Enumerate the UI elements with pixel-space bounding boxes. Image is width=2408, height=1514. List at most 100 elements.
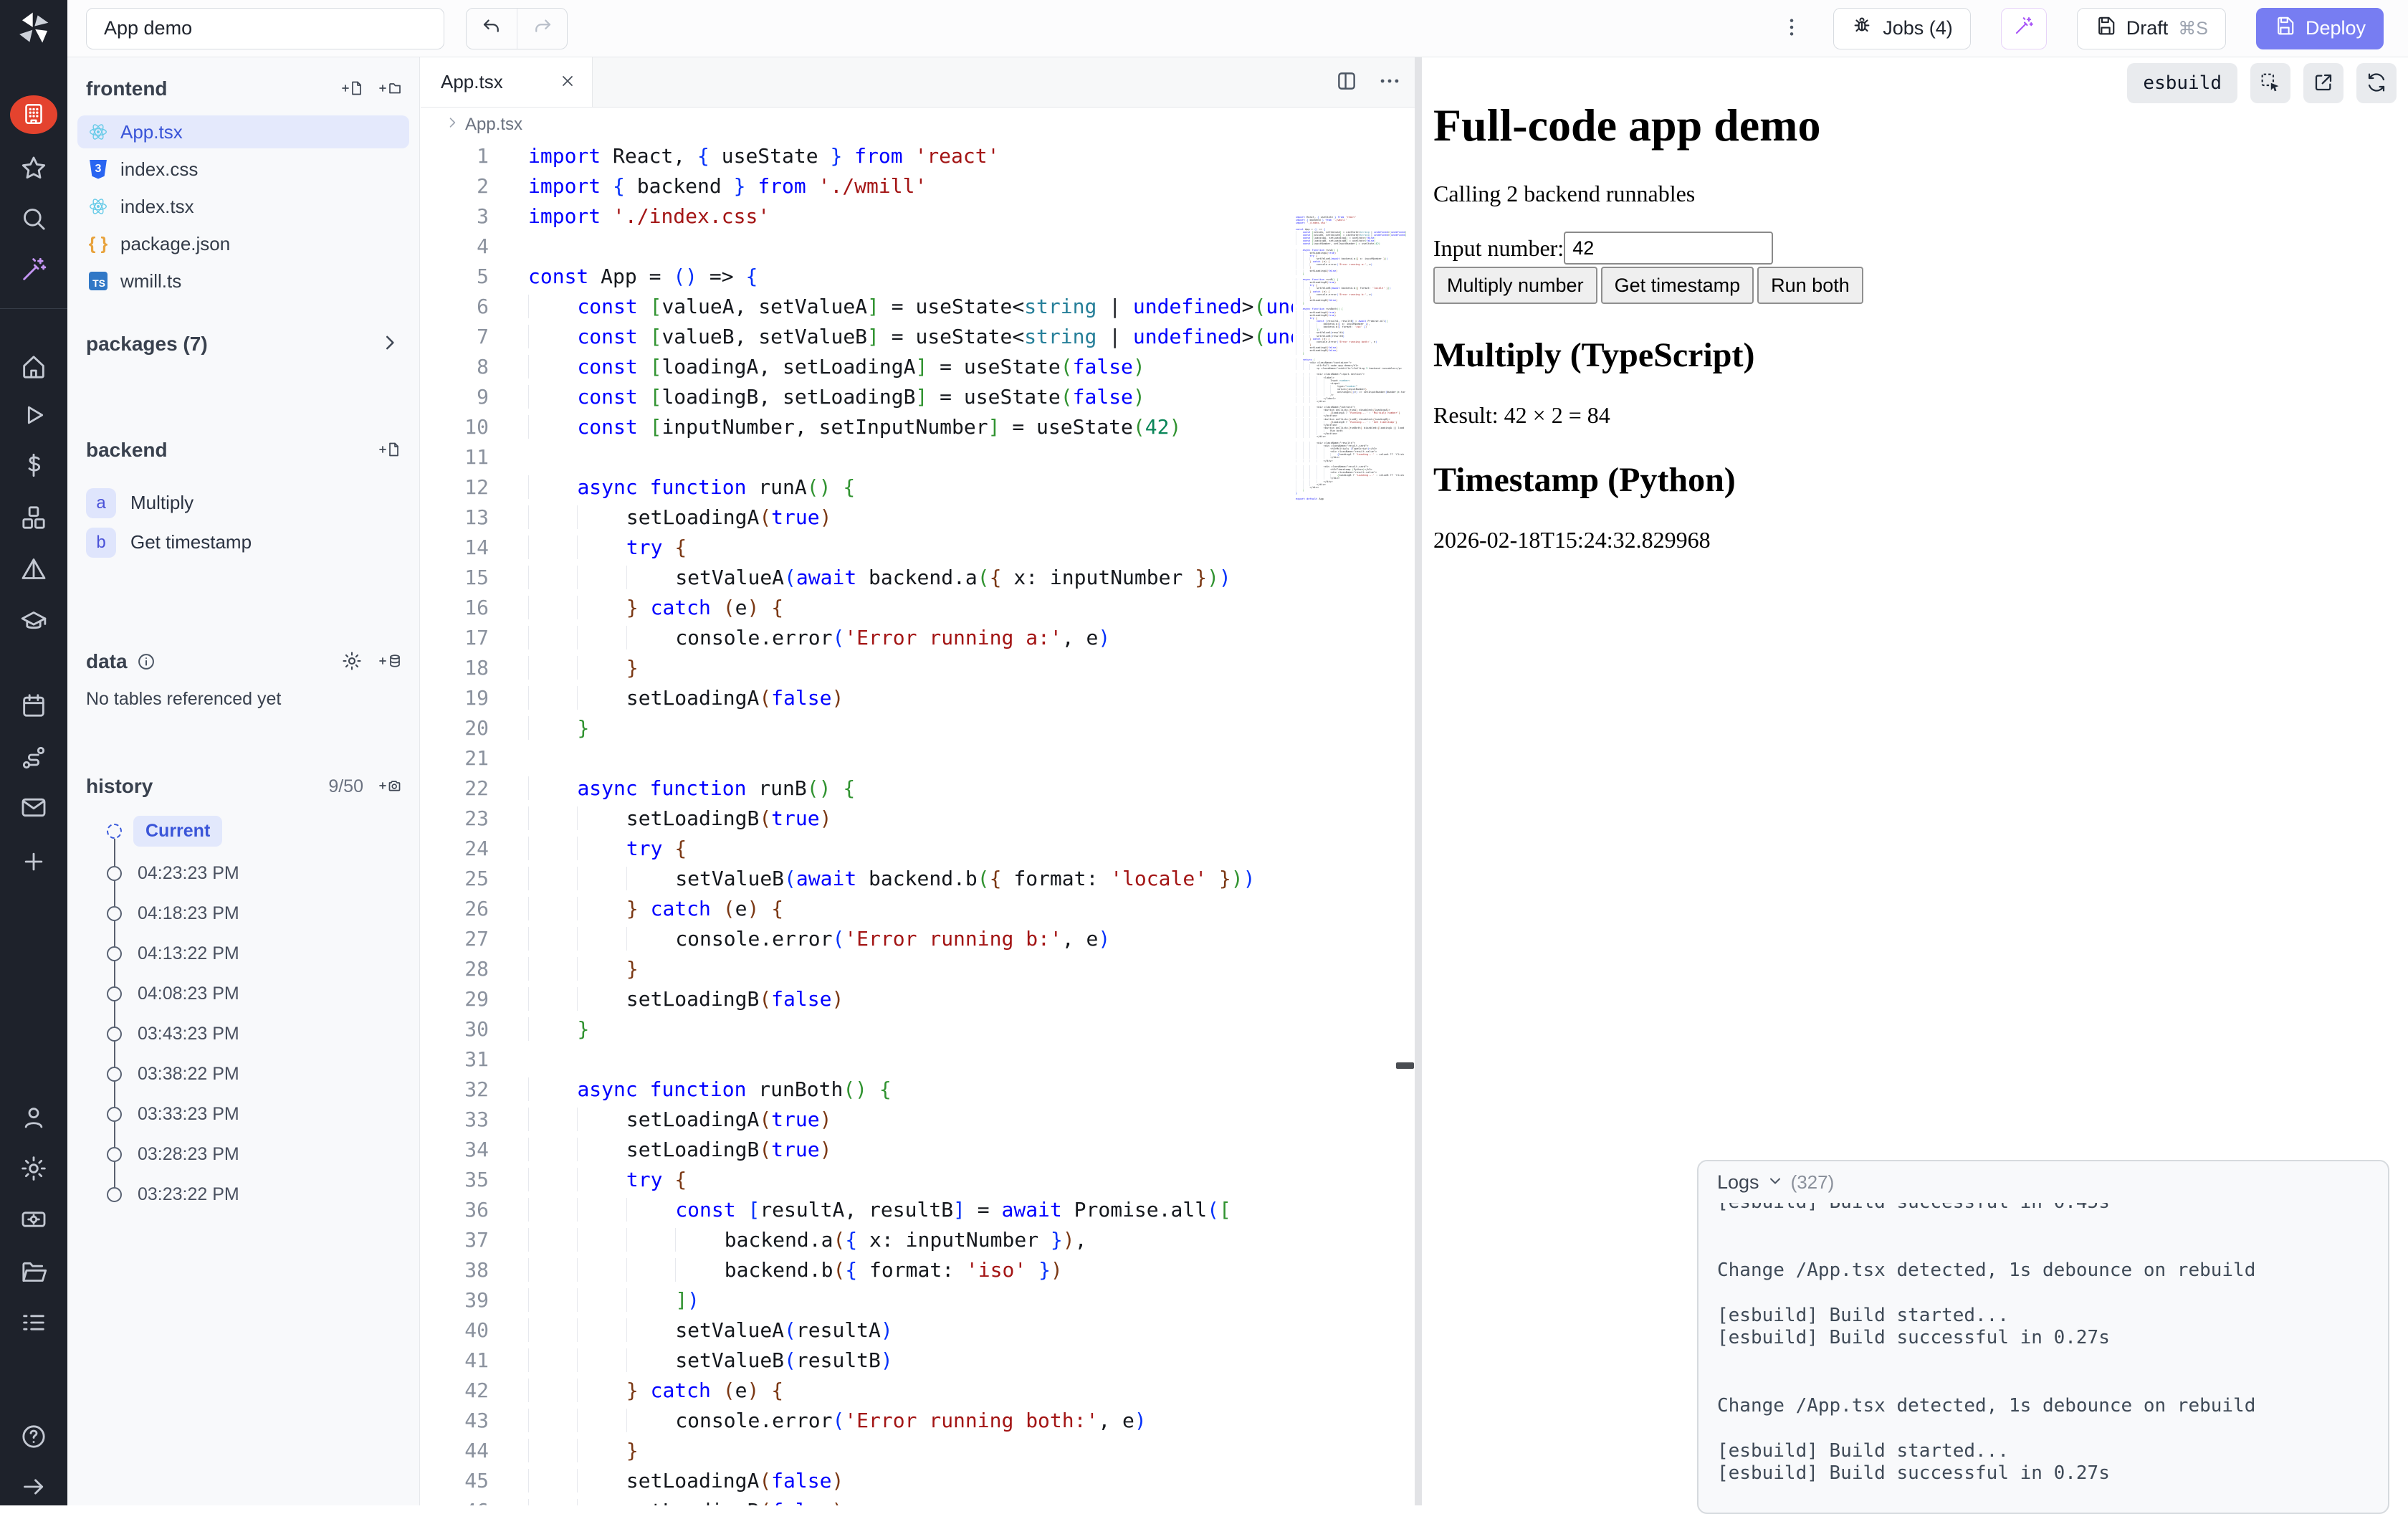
- rail-item-plus[interactable]: [11, 843, 56, 882]
- rail-item-star[interactable]: [11, 150, 56, 189]
- log-line: [esbuild] Build started...: [1717, 1440, 2381, 1463]
- rail-item-help[interactable]: [11, 1418, 56, 1457]
- add-file-icon: [340, 77, 363, 101]
- wand-icon: [19, 255, 48, 286]
- split-columns-icon: [1334, 69, 1359, 95]
- line-number: 37: [421, 1225, 489, 1255]
- jobs-button[interactable]: Jobs (4): [1833, 8, 1971, 49]
- split-editor-button[interactable]: [1334, 69, 1359, 95]
- line-number: 3: [421, 201, 489, 232]
- line-number: 17: [421, 623, 489, 653]
- line-number: 42: [421, 1376, 489, 1406]
- line-number: 32: [421, 1075, 489, 1105]
- history-item[interactable]: 03:33:23 PM: [86, 1094, 401, 1134]
- rail-item-flows[interactable]: [11, 739, 56, 778]
- packages-section-header[interactable]: packages (7): [86, 327, 401, 361]
- rail-item-triangle[interactable]: [11, 551, 56, 589]
- undo-button[interactable]: [467, 9, 517, 49]
- app-title-input[interactable]: [86, 8, 444, 49]
- folders-icon: [19, 1257, 48, 1288]
- inspect-button[interactable]: [2250, 63, 2290, 103]
- file-name: index.css: [120, 158, 198, 181]
- line-number: 34: [421, 1135, 489, 1165]
- resize-grip[interactable]: [1396, 1062, 1414, 1069]
- add-file-button[interactable]: [340, 77, 363, 101]
- history-item[interactable]: 03:38:22 PM: [86, 1054, 401, 1094]
- logs-header[interactable]: Logs (327): [1700, 1161, 2386, 1203]
- data-settings-button[interactable]: [340, 650, 363, 674]
- rail-item-settings[interactable]: [11, 1150, 56, 1189]
- ts-file-icon: TS: [87, 270, 109, 292]
- rail-item-wand[interactable]: [11, 251, 56, 290]
- history-item[interactable]: 04:08:23 PM: [86, 973, 401, 1014]
- rail-item-resources[interactable]: [11, 499, 56, 538]
- open-external-button[interactable]: [2303, 63, 2344, 103]
- deploy-button[interactable]: Deploy: [2256, 8, 2384, 49]
- rail-item-home[interactable]: [11, 348, 56, 387]
- file-item-index-tsx[interactable]: index.tsx: [77, 190, 409, 223]
- rail-item-account[interactable]: [11, 1099, 56, 1138]
- rail-item-runs[interactable]: [11, 396, 56, 435]
- rail-item-variables[interactable]: [11, 447, 56, 485]
- history-item[interactable]: 03:28:23 PM: [86, 1134, 401, 1174]
- file-item-wmill-ts[interactable]: TSwmill.ts: [77, 265, 409, 297]
- add-table-button[interactable]: [378, 650, 401, 674]
- tab-app-tsx[interactable]: App.tsx: [421, 57, 593, 107]
- editor-tabstrip: App.tsx: [421, 57, 1415, 108]
- backend-section-header: backend: [86, 433, 401, 467]
- history-label: 03:23:22 PM: [138, 1184, 239, 1205]
- topbar-actions: Jobs (4) Draft ⌘S Deploy: [1780, 8, 2408, 49]
- rail-item-learn[interactable]: [11, 603, 56, 642]
- draft-button[interactable]: Draft ⌘S: [2077, 8, 2226, 49]
- code-line: 27 console.error('Error running b:', e): [421, 924, 1293, 954]
- kebab-menu-icon: [1780, 16, 1803, 41]
- wand-icon: [2013, 15, 2035, 42]
- file-item-index-css[interactable]: 3index.css: [77, 153, 409, 186]
- history-item[interactable]: 04:18:23 PM: [86, 893, 401, 933]
- preview-button-multiply-number[interactable]: Multiply number: [1433, 267, 1597, 304]
- add-snapshot-button[interactable]: [378, 775, 401, 799]
- file-item-app-tsx[interactable]: App.tsx: [77, 115, 409, 148]
- editor-breadcrumb[interactable]: App.tsx: [421, 108, 1415, 141]
- line-number: 29: [421, 984, 489, 1014]
- search-icon: [19, 204, 48, 235]
- rail-item-folders[interactable]: [11, 1253, 56, 1292]
- rail-item-collapse[interactable]: [11, 1468, 56, 1507]
- refresh-button[interactable]: [2356, 63, 2397, 103]
- rail-item-search[interactable]: [11, 200, 56, 239]
- history-item[interactable]: 04:13:22 PM: [86, 933, 401, 973]
- preview-button-get-timestamp[interactable]: Get timestamp: [1601, 267, 1754, 304]
- input-number-field[interactable]: [1564, 232, 1773, 265]
- code-line: 11: [421, 442, 1293, 472]
- history-item[interactable]: 04:23:23 PM: [86, 853, 401, 893]
- redo-button[interactable]: [517, 9, 567, 49]
- log-line: [1717, 1372, 2381, 1395]
- rail-divider: [0, 308, 67, 309]
- redo-icon: [532, 16, 553, 40]
- add-folder-button[interactable]: [378, 77, 401, 101]
- log-line: Change /App.tsx detected, 1s debounce on…: [1717, 1260, 2381, 1282]
- code-area[interactable]: 1import React, { useState } from 'react'…: [421, 141, 1415, 1505]
- preview-button-run-both[interactable]: Run both: [1757, 267, 1863, 304]
- code-line: 10 const [inputNumber, setInputNumber] =…: [421, 412, 1293, 442]
- add-runnable-button[interactable]: [378, 439, 401, 462]
- ai-wand-button[interactable]: [2001, 8, 2047, 49]
- history-item[interactable]: 03:43:23 PM: [86, 1014, 401, 1054]
- logs-output[interactable]: [esbuild] Build successful in 0.45s Chan…: [1717, 1191, 2381, 1513]
- rail-item-audit-logs[interactable]: [11, 1304, 56, 1343]
- file-item-package-json[interactable]: { }package.json: [77, 227, 409, 260]
- panel-divider[interactable]: [1415, 57, 1422, 1505]
- close-tab-button[interactable]: [559, 72, 576, 92]
- rail-item-schedules[interactable]: [11, 687, 56, 725]
- history-section-header: history 9/50: [86, 769, 401, 804]
- rail-item-mail[interactable]: [11, 789, 56, 827]
- rail-item-apps[interactable]: [10, 95, 57, 134]
- editor-more-button[interactable]: [1377, 69, 1402, 95]
- backend-item-multiply[interactable]: aMultiply: [86, 483, 401, 523]
- more-menu-button[interactable]: [1780, 16, 1803, 41]
- minimap[interactable]: import React, { useState } from 'react'i…: [1296, 216, 1410, 503]
- history-item[interactable]: 03:23:22 PM: [86, 1174, 401, 1214]
- history-item-current[interactable]: Current: [86, 809, 401, 853]
- backend-item-get-timestamp[interactable]: bGet timestamp: [86, 523, 401, 562]
- rail-item-workers[interactable]: [11, 1201, 56, 1239]
